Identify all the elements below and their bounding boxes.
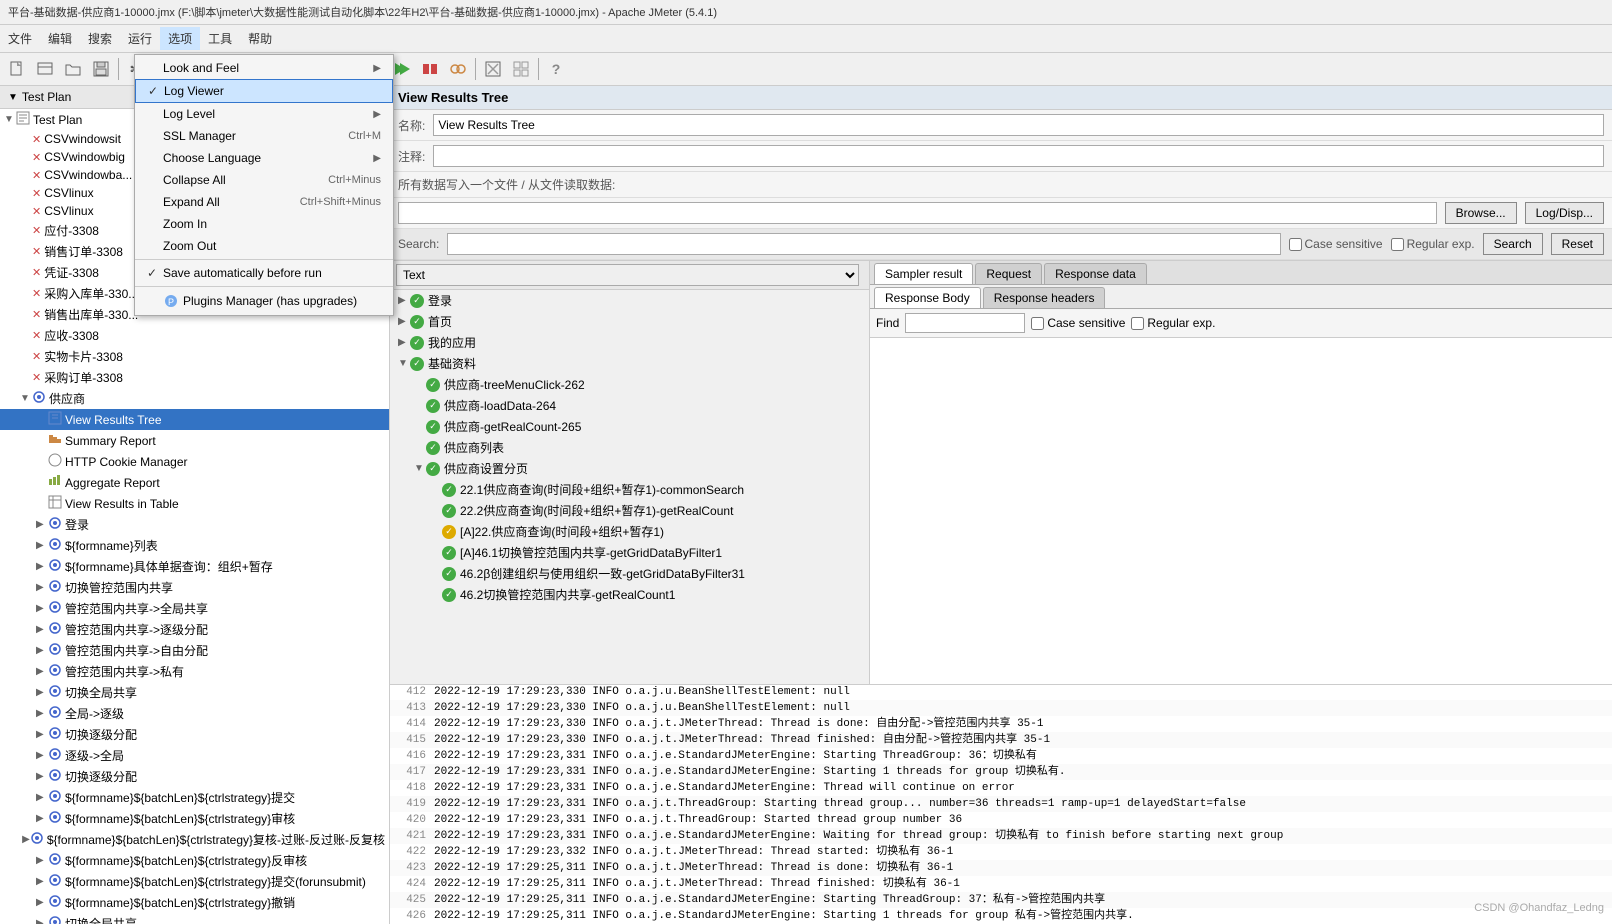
menu-log-viewer[interactable]: ✓ Log Viewer [135, 79, 393, 103]
menu-choose-language[interactable]: Choose Language ▶ [135, 147, 393, 169]
menu-divider1 [135, 259, 393, 260]
svg-text:P: P [168, 297, 174, 307]
menu-log-level[interactable]: Log Level ▶ [135, 103, 393, 125]
menu-collapse-all[interactable]: Collapse All Ctrl+Minus [135, 169, 393, 191]
options-menu: Look and Feel ▶ ✓ Log Viewer Log Level ▶… [134, 54, 394, 316]
menu-save-auto[interactable]: ✓ Save automatically before run [135, 262, 393, 284]
menu-zoom-out[interactable]: Zoom Out [135, 235, 393, 257]
menu-zoom-in[interactable]: Zoom In [135, 213, 393, 235]
tree-arrow: ▶ [36, 918, 48, 924]
menu-look-feel[interactable]: Look and Feel ▶ [135, 57, 393, 79]
watermark: CSDN @Ohandfaz_Ledng [1474, 902, 1604, 914]
menu-expand-all[interactable]: Expand All Ctrl+Shift+Minus [135, 191, 393, 213]
menu-divider2 [135, 286, 393, 287]
menu-ssl-manager[interactable]: SSL Manager Ctrl+M [135, 125, 393, 147]
menu-overlay[interactable]: Look and Feel ▶ ✓ Log Viewer Log Level ▶… [0, 0, 1612, 918]
menu-plugins-manager[interactable]: P Plugins Manager (has upgrades) [135, 289, 393, 313]
